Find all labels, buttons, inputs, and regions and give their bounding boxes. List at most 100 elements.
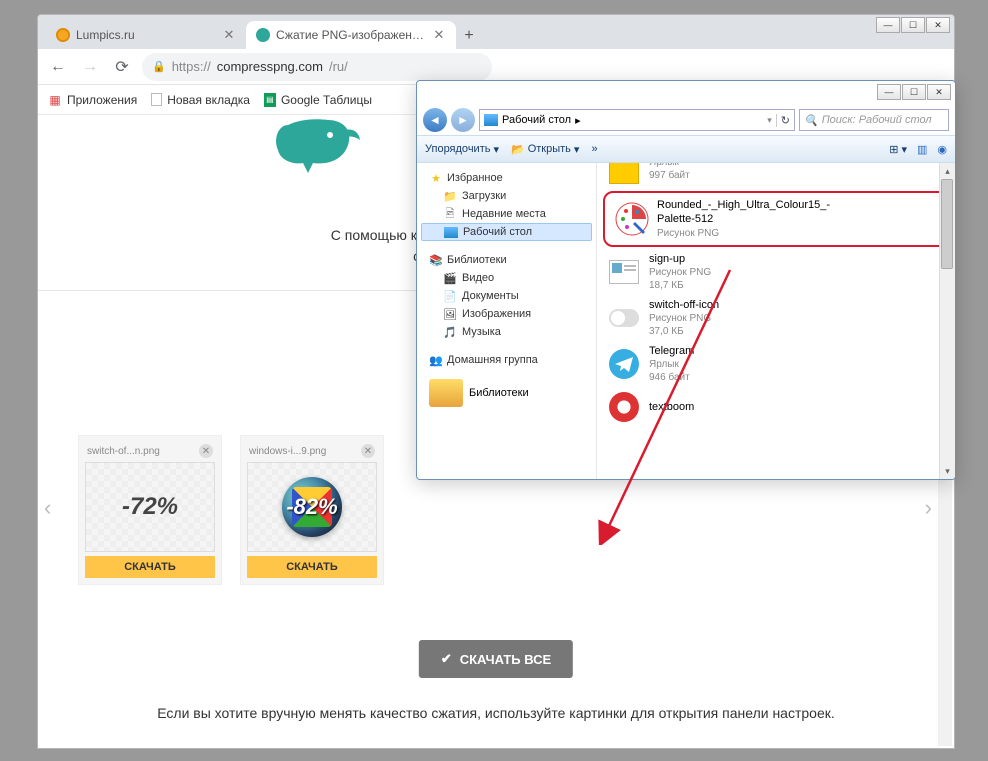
scroll-thumb[interactable] [941,179,953,269]
folder-open-icon: 📂 [511,143,525,156]
file-item[interactable]: switch-off-iconРисунок PNG37,0 КБ [597,295,955,341]
bookmark-label: Приложения [67,93,137,107]
thumb-preview[interactable]: -82% [247,462,377,552]
label: Избранное [447,172,503,184]
sidebar-item-recent[interactable]: 🖻Недавние места [421,205,592,223]
new-tab-button[interactable]: + [456,23,482,49]
preview-pane-button[interactable]: ▥ [917,143,927,156]
open-button[interactable]: 📂Открыть ▾ [511,143,579,156]
libraries-header[interactable]: 📚Библиотеки [421,251,592,269]
file-type: Рисунок PNG [649,312,719,325]
favorites-header[interactable]: ★Избранное [421,169,592,187]
path-field[interactable]: Рабочий стол ▸ ▾ ↻ [479,109,795,131]
site-logo [268,115,378,175]
file-type: Ярлык [649,358,694,371]
sidebar-item-music[interactable]: 🎵Музыка [421,323,592,341]
download-all-button[interactable]: ✔ СКАЧАТЬ ВСЕ [419,640,573,678]
check-icon: ✔ [441,651,452,667]
thumb-remove-icon[interactable]: ✕ [199,444,213,458]
image-icon: 🖼 [443,307,457,321]
textboom-icon [607,390,641,424]
desktop-icon [484,114,498,126]
reload-button[interactable]: ⟳ [110,55,134,79]
folder-stack-icon [429,379,463,407]
folder-icon: 📁 [443,189,457,203]
chevron-right-icon[interactable]: ▸ [575,114,581,127]
minimize-button[interactable]: — [876,17,900,33]
help-button[interactable]: ◉ [937,143,947,156]
label: Открыть [528,143,571,155]
refresh-icon[interactable]: ↻ [776,114,790,127]
address-field[interactable]: 🔒 https://compresspng.com/ru/ [142,53,492,81]
file-list: Ярлык997 байт Rounded_-_High_Ultra_Colou… [597,163,955,479]
bookmark-label: Новая вкладка [167,93,250,107]
bookmark-gsheets[interactable]: ▤Google Таблицы [264,93,372,107]
video-icon: 🎬 [443,271,457,285]
thumbnails-row: switch-of...n.png ✕ -72% СКАЧАТЬ windows… [78,435,384,585]
file-size: 946 байт [649,371,694,384]
close-button[interactable]: ✕ [927,84,951,100]
forward-button[interactable]: → [78,55,102,79]
carousel-next[interactable]: › [925,495,932,521]
scroll-down-icon[interactable]: ▾ [940,463,955,479]
file-name: switch-off-icon [649,298,719,312]
file-scrollbar[interactable]: ▴ ▾ [939,163,955,479]
file-size: 18,7 КБ [649,279,711,292]
scroll-up-icon[interactable]: ▴ [940,163,955,179]
explorer-nav: ◄ ► Рабочий стол ▸ ▾ ↻ 🔍 Поиск: Рабочий … [417,105,955,135]
maximize-button[interactable]: ☐ [902,84,926,100]
tab-close-icon[interactable]: ✕ [222,28,236,42]
favicon-icon [256,28,270,42]
back-button[interactable]: ← [46,55,70,79]
thumb-preview[interactable]: -72% [85,462,215,552]
file-name: sign-up [649,252,711,266]
file-name: Telegram [649,344,694,358]
favicon-icon [56,28,70,42]
document-icon: 📄 [443,289,457,303]
back-button[interactable]: ◄ [423,108,447,132]
tab-bar: Lumpics.ru ✕ Сжатие PNG-изображений онл … [38,15,954,49]
thumbnail-card: switch-of...n.png ✕ -72% СКАЧАТЬ [78,435,222,585]
forward-button[interactable]: ► [451,108,475,132]
tab-title: Сжатие PNG-изображений онл [276,28,426,42]
search-field[interactable]: 🔍 Поиск: Рабочий стол [799,109,949,131]
tab-lumpics[interactable]: Lumpics.ru ✕ [46,21,246,49]
file-item[interactable]: TelegramЯрлык946 байт [597,341,955,387]
organize-menu[interactable]: Упорядочить ▾ [425,143,499,156]
file-type: Рисунок PNG [657,227,857,240]
sidebar-item-desktop[interactable]: Рабочий стол [421,223,592,241]
compression-badge: -72% [122,493,178,521]
tab-close-icon[interactable]: ✕ [432,28,446,42]
thumb-download-button[interactable]: СКАЧАТЬ [85,556,215,578]
lock-icon: 🔒 [152,60,166,73]
tab-compresspng[interactable]: Сжатие PNG-изображений онл ✕ [246,21,456,49]
file-item-highlighted[interactable]: Rounded_-_High_Ultra_Colour15_-Palette-5… [603,191,949,247]
maximize-button[interactable]: ☐ [901,17,925,33]
file-size: 37,0 КБ [649,325,719,338]
file-explorer-window: — ☐ ✕ ◄ ► Рабочий стол ▸ ▾ ↻ 🔍 Поиск: Ра… [416,80,956,480]
file-item[interactable]: sign-upРисунок PNG18,7 КБ [597,249,955,295]
close-button[interactable]: ✕ [926,17,950,33]
thumb-filename: windows-i...9.png [249,446,326,457]
minimize-button[interactable]: — [877,84,901,100]
homegroup-header[interactable]: 👥Домашняя группа [421,351,592,369]
sidebar-item-images[interactable]: 🖼Изображения [421,305,592,323]
switch-icon [607,301,641,335]
more-button[interactable]: » [591,143,597,155]
path-segment[interactable]: Рабочий стол [502,114,571,126]
file-item[interactable]: textboom [597,387,955,427]
file-item[interactable]: Ярлык997 байт [597,163,955,189]
sidebar-item-documents[interactable]: 📄Документы [421,287,592,305]
thumb-remove-icon[interactable]: ✕ [361,444,375,458]
carousel-prev[interactable]: ‹ [44,495,51,521]
thumbnail-card: windows-i...9.png ✕ -82% СКАЧАТЬ [240,435,384,585]
thumb-download-button[interactable]: СКАЧАТЬ [247,556,377,578]
sidebar-item-downloads[interactable]: 📁Загрузки [421,187,592,205]
chevron-down-icon[interactable]: ▾ [767,115,772,126]
bookmark-apps[interactable]: ▦Приложения [48,93,137,107]
sidebar-item-video[interactable]: 🎬Видео [421,269,592,287]
bookmark-newtab[interactable]: Новая вкладка [151,93,250,107]
file-name: Rounded_-_High_Ultra_Colour15_-Palette-5… [657,198,857,227]
library-icon: 📚 [429,253,443,267]
view-mode-button[interactable]: ⊞ ▾ [889,143,907,156]
